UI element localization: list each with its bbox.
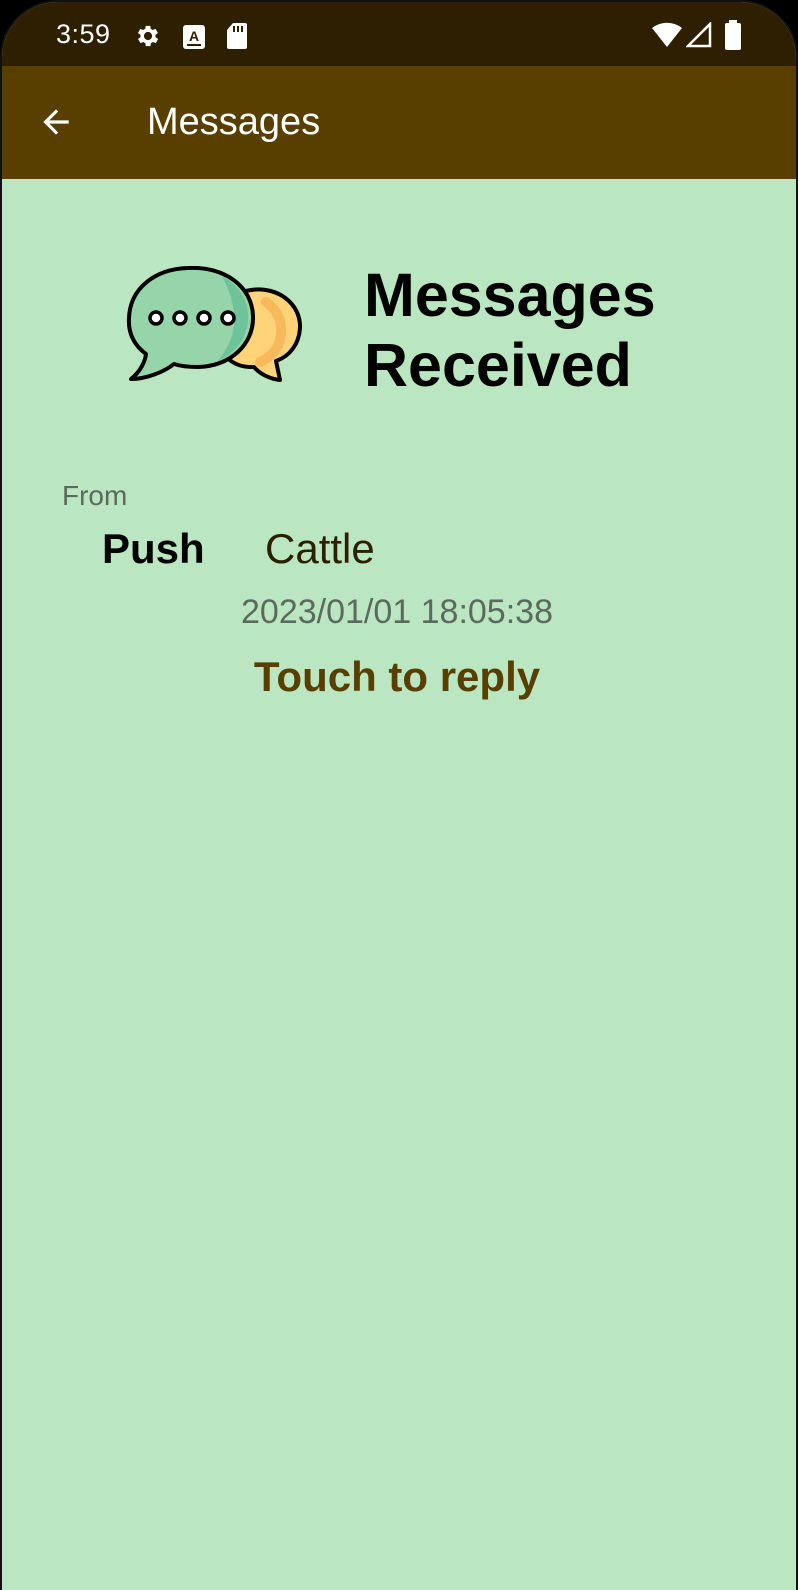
app-bar: Messages	[2, 66, 796, 179]
wifi-icon	[652, 22, 682, 47]
back-button[interactable]	[24, 90, 88, 154]
sender-first-name: Push	[102, 525, 205, 572]
from-label: From	[62, 480, 128, 511]
screen: 3:59 A Messages Messages Received From P…	[0, 0, 798, 1590]
touch-to-reply-button[interactable]: Touch to reply	[2, 653, 792, 701]
cell-signal-icon	[686, 22, 712, 48]
app-bar-title: Messages	[147, 101, 321, 143]
chat-bubbles-icon	[126, 266, 303, 382]
settings-gear-icon	[137, 25, 159, 47]
battery-icon	[725, 20, 741, 50]
svg-text:A: A	[189, 28, 199, 44]
status-bar: 3:59 A	[2, 2, 796, 66]
sender-last-name: Cattle	[265, 525, 375, 572]
message-timestamp: 2023/01/01 18:05:38	[241, 593, 553, 631]
hero-title: Messages Received	[364, 261, 656, 399]
arrow-left-icon	[43, 109, 69, 135]
status-time: 3:59	[56, 19, 111, 49]
keyboard-a-icon: A	[183, 25, 205, 49]
sd-card-icon	[227, 23, 247, 49]
